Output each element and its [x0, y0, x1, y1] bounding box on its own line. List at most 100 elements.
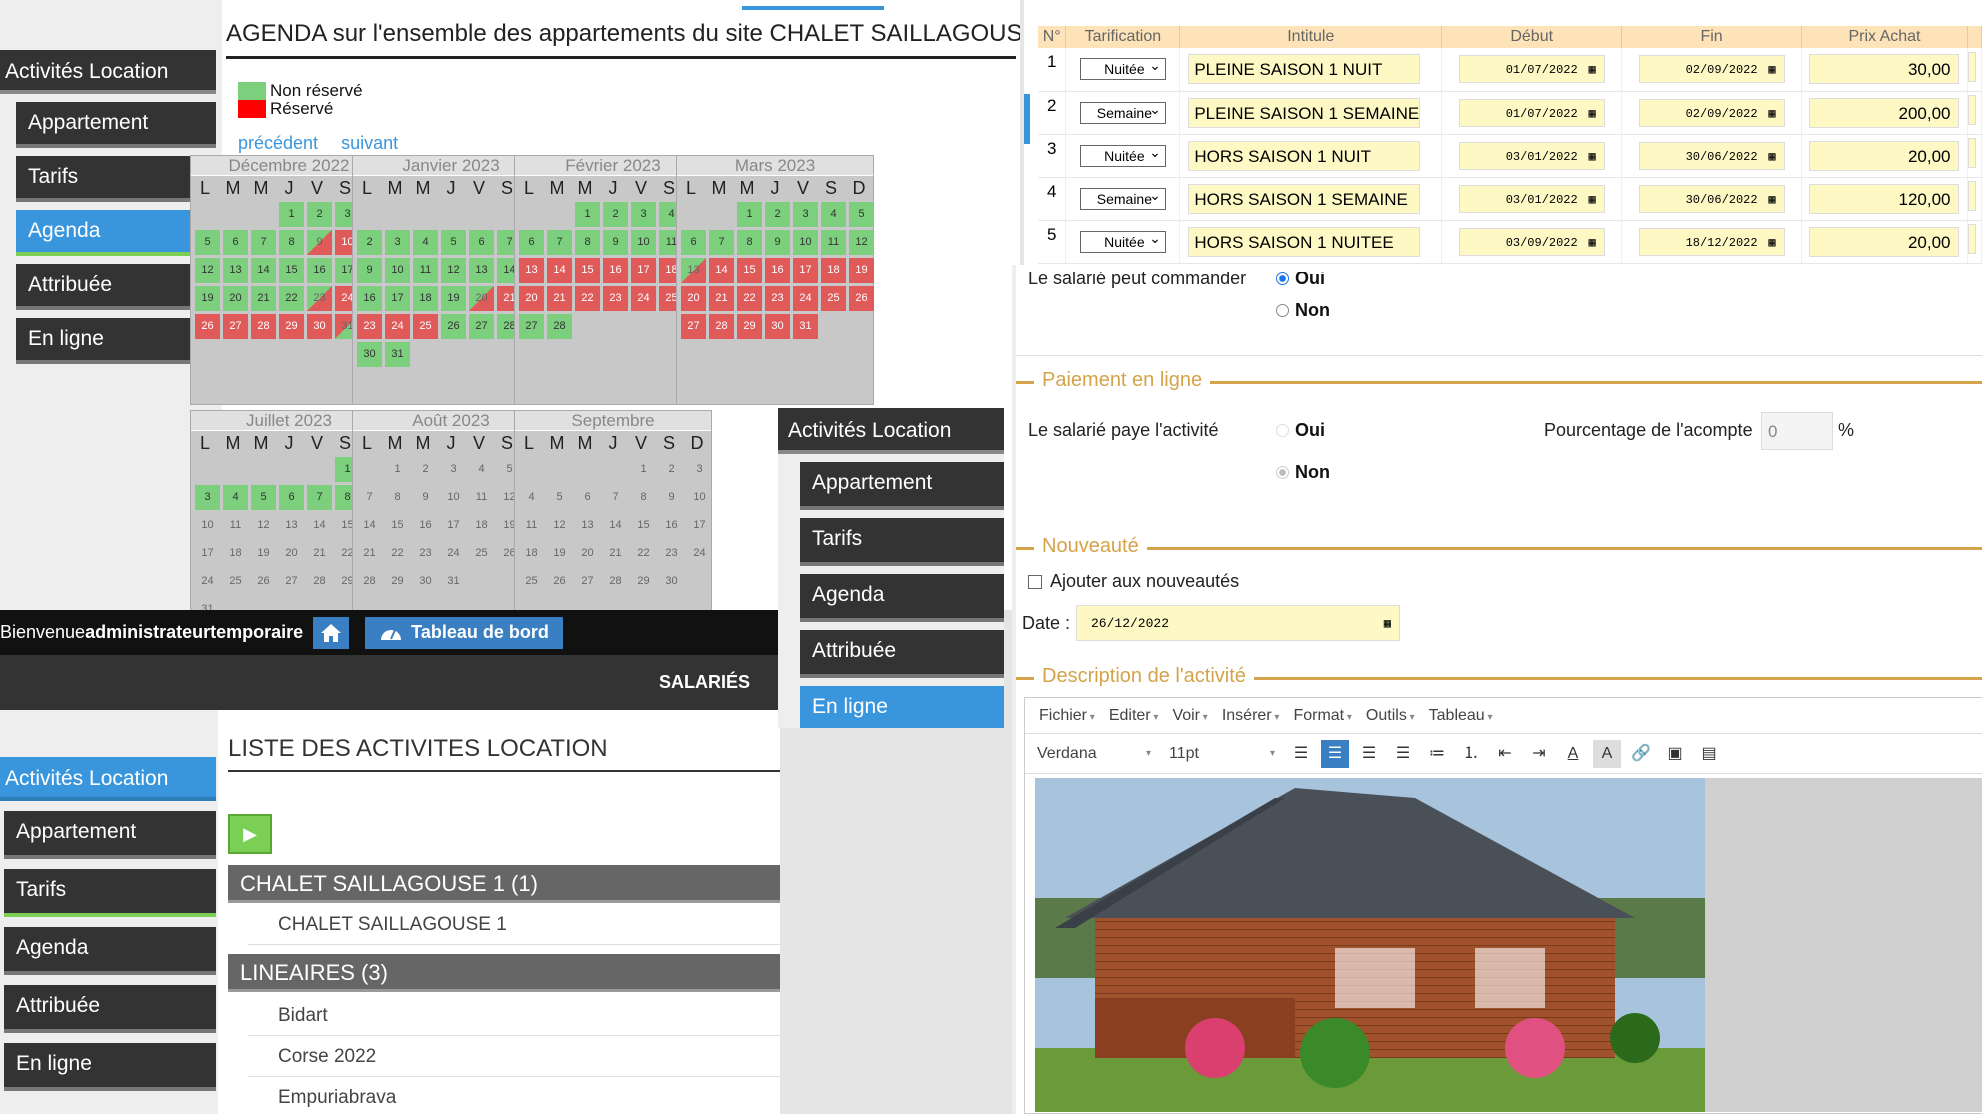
start-date-input[interactable]: 03/01/2022	[1458, 184, 1605, 214]
image-icon[interactable]: ▣	[1661, 740, 1689, 768]
calendar-day[interactable]: 10	[793, 230, 818, 255]
calendar-day[interactable]: 6	[519, 230, 544, 255]
tarification-select[interactable]: Semaine	[1079, 185, 1166, 210]
font-select[interactable]: Verdana	[1033, 740, 1157, 768]
calendar-day[interactable]: 16	[659, 513, 684, 538]
calendar-day[interactable]: 4	[519, 485, 544, 510]
calendar-day[interactable]: 10	[687, 485, 712, 510]
calendar-day[interactable]: 7	[547, 230, 572, 255]
nav-header[interactable]: Activités Location	[0, 757, 216, 801]
calendar-day[interactable]: 5	[547, 485, 572, 510]
calendar-day[interactable]: 11	[519, 513, 544, 538]
calendar-day[interactable]: 10	[441, 485, 466, 510]
intitule-input[interactable]: HORS SAISON 1 SEMAINE	[1188, 183, 1421, 214]
calendar-day[interactable]: 23	[765, 286, 790, 311]
tarification-select[interactable]: Nuitée	[1079, 228, 1166, 253]
calendar-day[interactable]: 26	[195, 314, 220, 339]
calendar-day[interactable]: 31	[793, 314, 818, 339]
calendar-day[interactable]: 1	[385, 457, 410, 482]
nav-item-tarifs[interactable]: Tarifs	[16, 156, 216, 202]
calendar-day[interactable]: 18	[519, 541, 544, 566]
calendar-day[interactable]: 2	[765, 202, 790, 227]
calendar-day[interactable]: 17	[195, 541, 220, 566]
calendar-day[interactable]: 8	[737, 230, 762, 255]
calendar-day[interactable]: 20	[469, 286, 494, 311]
rich-text-editor[interactable]: Fichier Editer Voir Insérer Format Outil…	[1024, 697, 1982, 1114]
align-left-icon[interactable]: ☰	[1287, 740, 1315, 768]
calendar-day[interactable]: 28	[603, 569, 628, 594]
calendar-day[interactable]: 13	[279, 513, 304, 538]
calendar-day[interactable]: 9	[413, 485, 438, 510]
price-input[interactable]: 30,00	[1809, 54, 1960, 85]
pays-no-radio[interactable]: Non	[1276, 462, 1330, 483]
calendar-day[interactable]: 11	[469, 485, 494, 510]
calendar-day[interactable]: 14	[709, 258, 734, 283]
calendar-day[interactable]: 1	[575, 202, 600, 227]
calendar-day[interactable]: 29	[279, 314, 304, 339]
calendar-day[interactable]: 19	[849, 258, 874, 283]
calendar-day[interactable]: 22	[737, 286, 762, 311]
group-header[interactable]: CHALET SAILLAGOUSE 1 (1)	[228, 865, 780, 903]
calendar-day[interactable]: 3	[441, 457, 466, 482]
calendar-day[interactable]: 18	[469, 513, 494, 538]
calendar-day[interactable]: 16	[603, 258, 628, 283]
calendar-day[interactable]: 25	[469, 541, 494, 566]
calendar-day[interactable]: 5	[441, 230, 466, 255]
end-date-input[interactable]: 02/09/2022	[1638, 55, 1785, 84]
nav-item-agenda[interactable]: Agenda	[4, 927, 216, 975]
calendar-day[interactable]: 27	[681, 314, 706, 339]
calendar-day[interactable]: 2	[307, 202, 332, 227]
menu-outils[interactable]: Outils	[1366, 707, 1415, 725]
calendar-day[interactable]: 16	[307, 258, 332, 283]
calendar-day[interactable]: 9	[307, 230, 332, 255]
calendar-day[interactable]: 1	[737, 202, 762, 227]
menu-editer[interactable]: Editer	[1109, 707, 1159, 725]
calendar-day[interactable]: 25	[519, 569, 544, 594]
calendar-day[interactable]: 30	[357, 342, 382, 367]
calendar-day[interactable]: 2	[603, 202, 628, 227]
next-link[interactable]: suivant	[341, 133, 398, 153]
calendar-day[interactable]: 12	[195, 258, 220, 283]
calendar-day[interactable]: 3	[195, 485, 220, 510]
calendar-day[interactable]: 14	[603, 513, 628, 538]
calendar-day[interactable]: 19	[547, 541, 572, 566]
calendar-day[interactable]: 29	[631, 569, 656, 594]
calendar-day[interactable]: 5	[849, 202, 874, 227]
calendar-day[interactable]: 23	[659, 541, 684, 566]
price-input[interactable]: 20,00	[1809, 226, 1960, 257]
menu-format[interactable]: Format	[1293, 707, 1351, 725]
calendar-day[interactable]: 20	[519, 286, 544, 311]
menu-tableau[interactable]: Tableau	[1429, 707, 1493, 725]
calendar-day[interactable]: 7	[307, 485, 332, 510]
intitule-input[interactable]: PLEINE SAISON 1 NUIT	[1188, 54, 1421, 85]
calendar-day[interactable]: 2	[413, 457, 438, 482]
calendar-day[interactable]: 7	[251, 230, 276, 255]
list-item[interactable]: Empuriabrava	[248, 1078, 780, 1114]
calendar-day[interactable]: 8	[385, 485, 410, 510]
calendar-day[interactable]: 25	[223, 569, 248, 594]
section-salaries[interactable]: SALARIÉS	[0, 655, 780, 710]
calendar-day[interactable]: 6	[279, 485, 304, 510]
calendar-day[interactable]: 15	[279, 258, 304, 283]
calendar-day[interactable]: 11	[821, 230, 846, 255]
calendar-day[interactable]: 30	[765, 314, 790, 339]
calendar-day[interactable]: 1	[279, 202, 304, 227]
calendar-day[interactable]: 17	[687, 513, 712, 538]
calendar-day[interactable]: 3	[687, 457, 712, 482]
calendar-day[interactable]: 16	[357, 286, 382, 311]
price-input[interactable]: 20,00	[1809, 140, 1960, 171]
calendar-day[interactable]: 18	[223, 541, 248, 566]
calendar-day[interactable]: 4	[469, 457, 494, 482]
calendar-day[interactable]: 7	[603, 485, 628, 510]
calendar-day[interactable]: 14	[547, 258, 572, 283]
calendar-day[interactable]: 28	[251, 314, 276, 339]
calendar-day[interactable]: 2	[357, 230, 382, 255]
nav-item-attribuee[interactable]: Attribuée	[4, 985, 216, 1033]
calendar-day[interactable]: 23	[357, 314, 382, 339]
nav-header[interactable]: Activités Location	[778, 408, 1004, 454]
calendar-day[interactable]: 6	[469, 230, 494, 255]
tarification-select[interactable]: Semaine	[1079, 99, 1166, 124]
calendar-day[interactable]: 9	[357, 258, 382, 283]
calendar-day[interactable]: 16	[765, 258, 790, 283]
list-item[interactable]: Corse 2022	[248, 1037, 780, 1077]
